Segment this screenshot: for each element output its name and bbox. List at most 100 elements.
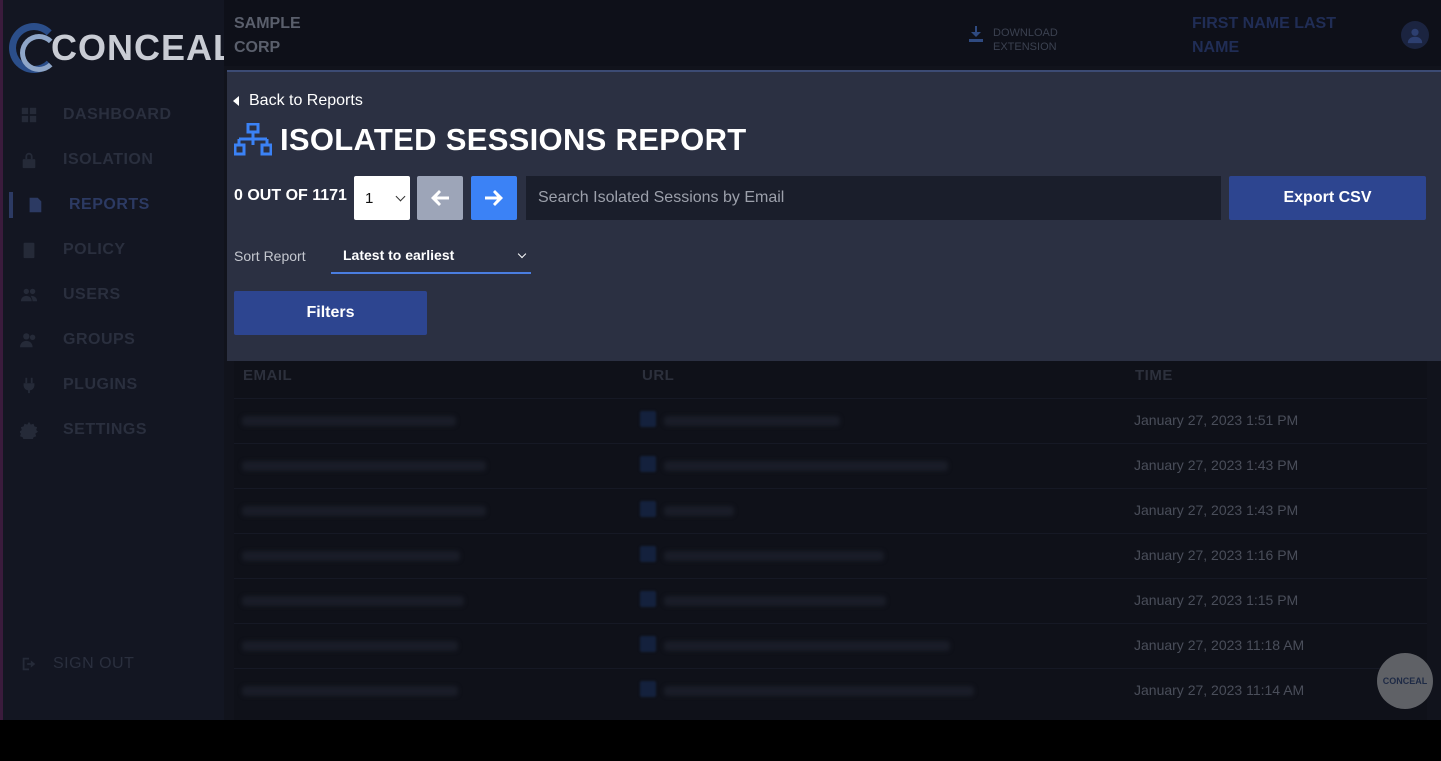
users-icon xyxy=(19,285,39,305)
column-header-time[interactable]: TIME xyxy=(1135,367,1173,384)
gear-icon xyxy=(19,420,39,440)
search-input[interactable] xyxy=(526,176,1221,220)
app-window: CONCEAL DASHBOARD ISOLATION REPORTS POLI… xyxy=(0,0,1441,720)
time-cell: January 27, 2023 11:14 AM xyxy=(1134,682,1305,698)
document-icon xyxy=(25,195,45,215)
back-to-reports-link[interactable]: Back to Reports xyxy=(233,92,363,110)
sidebar-item-users[interactable]: USERS xyxy=(19,280,121,310)
url-favicon-icon xyxy=(640,546,656,562)
group-icon xyxy=(19,330,39,350)
url-cell[interactable] xyxy=(664,596,886,606)
download-icon xyxy=(969,26,983,42)
url-favicon-icon xyxy=(640,591,656,607)
conceal-support-widget[interactable]: CONCEAL xyxy=(1377,653,1433,709)
user-name[interactable]: FIRST NAME LAST NAME xyxy=(1192,12,1362,60)
table-row[interactable]: January 27, 2023 1:15 PM xyxy=(234,578,1427,623)
column-header-email[interactable]: EMAIL xyxy=(243,367,292,384)
clipboard-icon xyxy=(19,240,39,260)
time-cell: January 27, 2023 1:15 PM xyxy=(1134,592,1299,608)
arrow-left-icon xyxy=(431,190,449,206)
brand-name: CONCEAL xyxy=(51,27,236,68)
email-cell xyxy=(242,686,458,696)
sidebar-item-policy[interactable]: POLICY xyxy=(19,235,126,265)
page-number-value: 1 xyxy=(365,189,374,207)
sidebar-item-label: ISOLATION xyxy=(63,151,154,168)
url-cell[interactable] xyxy=(664,686,974,696)
url-cell[interactable] xyxy=(664,641,950,651)
sidebar-item-reports[interactable]: REPORTS xyxy=(9,190,150,220)
caret-left-icon xyxy=(233,96,239,106)
sign-out-icon xyxy=(19,654,39,674)
url-favicon-icon xyxy=(640,411,656,427)
top-header: SAMPLE CORP DOWNLOAD EXTENSION FIRST NAM… xyxy=(224,0,1441,66)
conceal-logo-mark xyxy=(9,23,59,73)
url-favicon-icon xyxy=(640,456,656,472)
time-cell: January 27, 2023 1:16 PM xyxy=(1134,547,1299,563)
url-favicon-icon xyxy=(640,636,656,652)
network-icon xyxy=(233,122,273,157)
download-extension-link[interactable]: DOWNLOAD EXTENSION xyxy=(969,26,1083,54)
sessions-table: EMAIL URL TIME January 27, 2023 1:51 PM … xyxy=(234,361,1427,720)
sidebar-item-label: GROUPS xyxy=(63,331,136,348)
column-header-url[interactable]: URL xyxy=(642,367,674,384)
table-row[interactable]: January 27, 2023 1:43 PM xyxy=(234,488,1427,533)
previous-page-button[interactable] xyxy=(417,176,463,220)
time-cell: January 27, 2023 11:18 AM xyxy=(1134,637,1305,653)
url-favicon-icon xyxy=(640,501,656,517)
user-avatar[interactable] xyxy=(1401,21,1429,49)
download-extension-label: DOWNLOAD EXTENSION xyxy=(993,27,1058,53)
next-page-button[interactable] xyxy=(471,176,517,220)
email-cell xyxy=(242,416,456,426)
sidebar-item-settings[interactable]: SETTINGS xyxy=(19,415,147,445)
sort-report-label: Sort Report xyxy=(234,248,306,264)
plug-icon xyxy=(19,375,39,395)
sidebar-item-label: SETTINGS xyxy=(63,421,148,438)
sidebar-item-label: POLICY xyxy=(63,241,126,258)
time-cell: January 27, 2023 1:43 PM xyxy=(1134,457,1299,473)
chevron-down-icon xyxy=(395,191,406,202)
sign-out-label: SIGN OUT xyxy=(53,655,135,672)
user-icon xyxy=(1407,28,1423,44)
email-cell xyxy=(242,641,458,651)
time-cell: January 27, 2023 1:51 PM xyxy=(1134,412,1299,428)
lock-icon xyxy=(19,150,39,170)
sign-out-button[interactable]: SIGN OUT xyxy=(19,649,134,679)
report-controls-panel: Back to Reports ISOLATED SESSIONS REPORT… xyxy=(227,70,1441,361)
grid-icon xyxy=(19,105,39,125)
sort-order-value: Latest to earliest xyxy=(343,247,455,263)
page-number-select[interactable]: 1 xyxy=(354,176,410,220)
table-row[interactable]: January 27, 2023 11:14 AM xyxy=(234,668,1427,713)
url-favicon-icon xyxy=(640,681,656,697)
brand-logo[interactable]: CONCEAL xyxy=(9,18,236,78)
sidebar: CONCEAL DASHBOARD ISOLATION REPORTS POLI… xyxy=(0,0,235,720)
org-name: SAMPLE CORP xyxy=(234,15,301,56)
table-row[interactable]: January 27, 2023 11:18 AM xyxy=(234,623,1427,668)
arrow-right-icon xyxy=(485,190,503,206)
sidebar-item-groups[interactable]: GROUPS xyxy=(19,325,135,355)
result-count: 0 OUT OF 1171 xyxy=(234,187,347,204)
sort-order-select[interactable]: Latest to earliest xyxy=(331,238,531,274)
sidebar-item-label: REPORTS xyxy=(69,196,150,213)
sidebar-item-isolation[interactable]: ISOLATION xyxy=(19,145,153,175)
chevron-down-icon xyxy=(517,249,527,259)
export-csv-button[interactable]: Export CSV xyxy=(1229,176,1426,220)
sidebar-item-dashboard[interactable]: DASHBOARD xyxy=(19,100,172,130)
table-row[interactable]: January 27, 2023 1:43 PM xyxy=(234,443,1427,488)
url-cell[interactable] xyxy=(664,506,734,516)
email-cell xyxy=(242,461,486,471)
email-cell xyxy=(242,506,486,516)
back-label: Back to Reports xyxy=(249,92,363,109)
sidebar-item-plugins[interactable]: PLUGINS xyxy=(19,370,138,400)
page-title-row: ISOLATED SESSIONS REPORT xyxy=(233,122,747,158)
table-row[interactable]: January 27, 2023 1:51 PM xyxy=(234,398,1427,443)
sidebar-item-label: DASHBOARD xyxy=(63,106,172,123)
url-cell[interactable] xyxy=(664,416,840,426)
url-cell[interactable] xyxy=(664,551,884,561)
url-cell[interactable] xyxy=(664,461,948,471)
table-row[interactable]: January 27, 2023 1:16 PM xyxy=(234,533,1427,578)
page-title: ISOLATED SESSIONS REPORT xyxy=(280,122,747,157)
filters-button[interactable]: Filters xyxy=(234,291,427,335)
sidebar-item-label: PLUGINS xyxy=(63,376,138,393)
email-cell xyxy=(242,551,460,561)
email-cell xyxy=(242,596,464,606)
